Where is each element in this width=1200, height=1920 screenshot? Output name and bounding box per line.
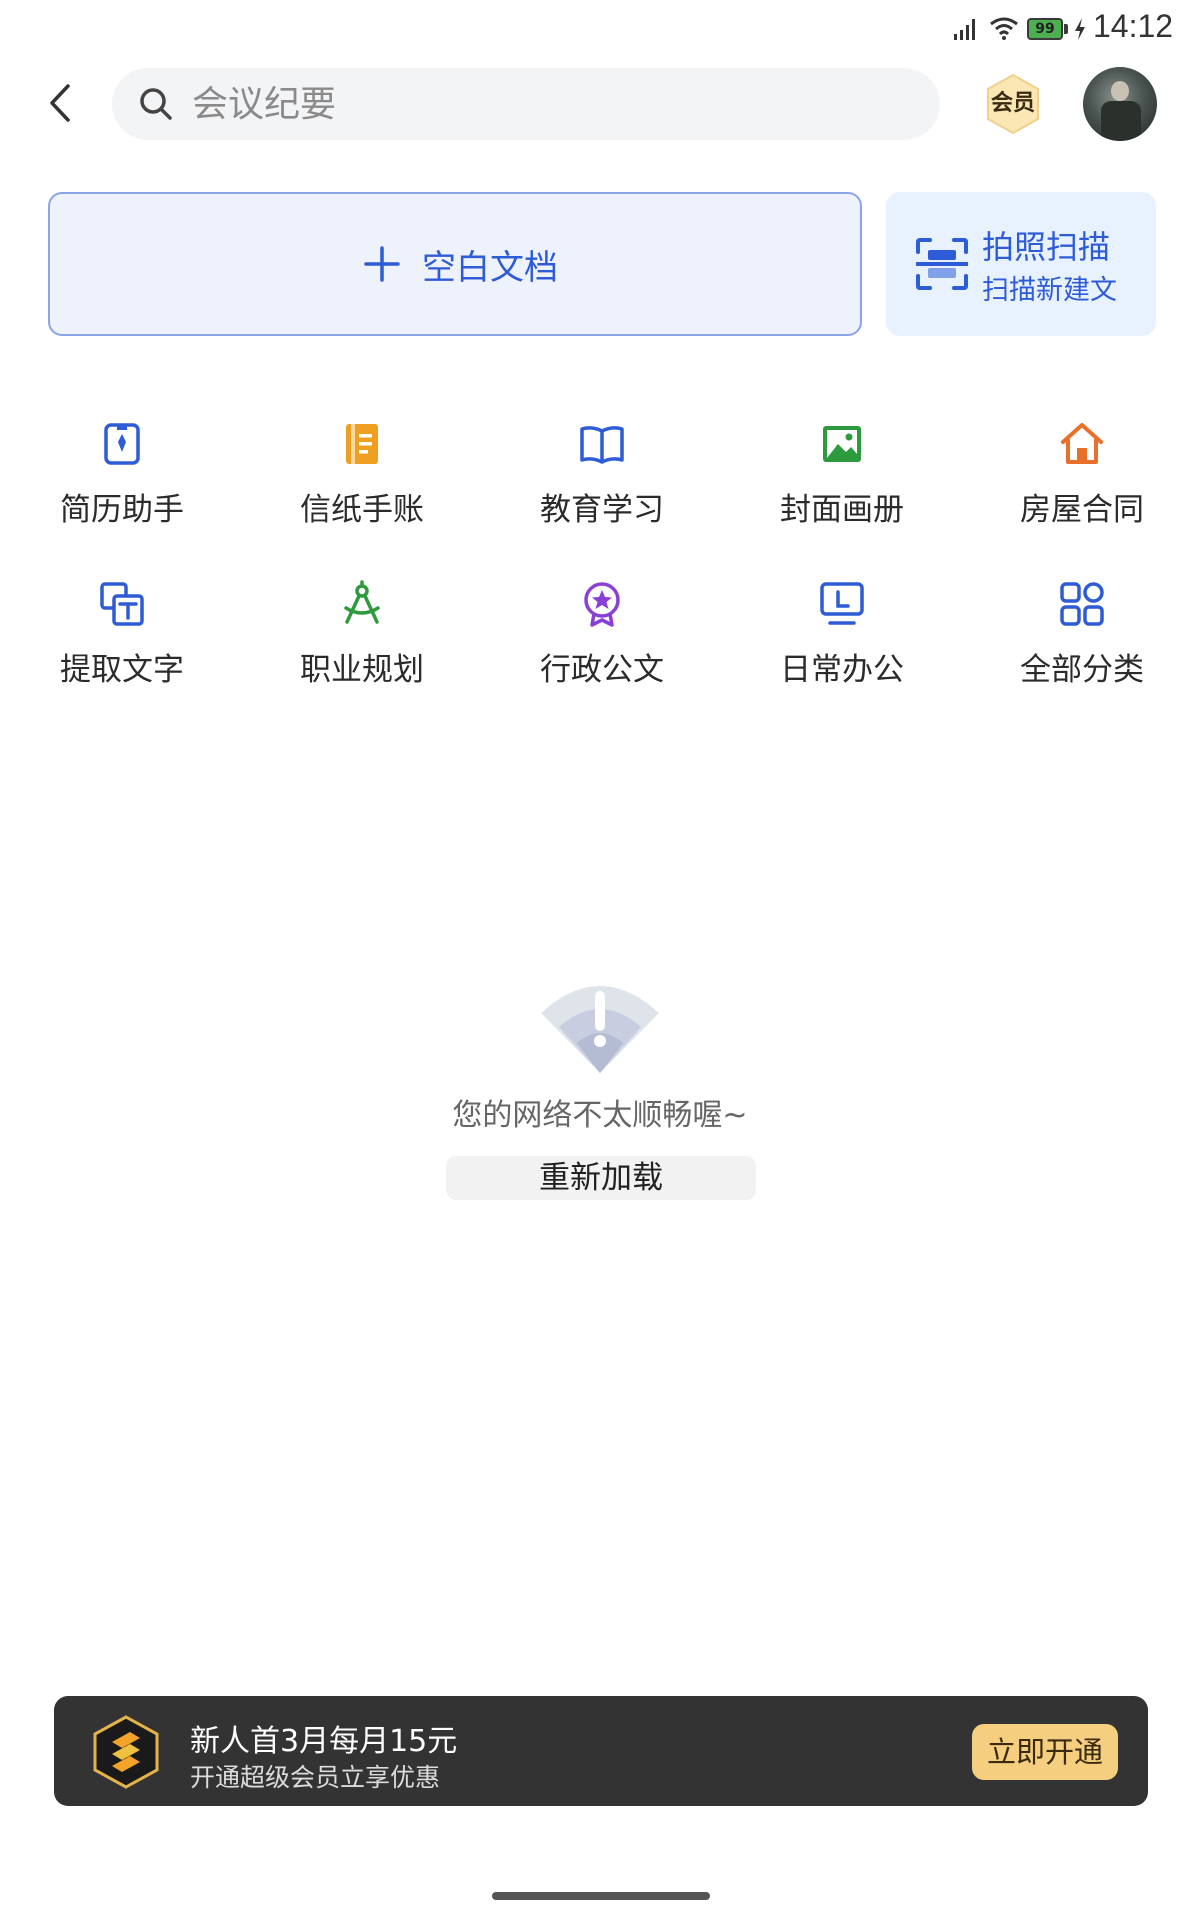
house-icon [1061,423,1103,464]
photo-scan-title: 拍照扫描 [982,228,1111,266]
vip-badge[interactable]: 会员 [981,72,1045,136]
avatar-body [1101,101,1141,141]
vip-logo-icon [93,1715,159,1789]
open-now-button[interactable]: 立即开通 [972,1724,1118,1780]
plus-icon [364,246,400,282]
promo-subtitle: 开通超级会员立享优惠 [190,1763,441,1792]
wifi-icon [990,17,1018,40]
image-icon [823,426,861,462]
category-label: 行政公文 [540,652,664,688]
book-icon [580,426,624,464]
photo-scan-subtitle: 扫描新建文 [982,275,1117,306]
grid-icon [1060,582,1104,626]
avatar[interactable] [1083,67,1157,141]
network-error-icon [541,986,659,1073]
category-label: 信纸手账 [300,492,424,528]
battery-level: 99 [1035,21,1055,37]
category-stationery-journal[interactable]: 信纸手账 [262,420,462,560]
blank-document-button[interactable]: 空白文档 [48,192,862,336]
category-label: 封面画册 [780,492,904,528]
category-label: 日常办公 [780,652,904,688]
category-label: 简历助手 [60,492,184,528]
search-input[interactable] [192,80,892,128]
battery-icon: 99 [1027,18,1063,40]
back-icon[interactable] [40,78,80,128]
battery-tip [1064,24,1068,34]
category-label: 教育学习 [540,492,664,528]
category-cover-album[interactable]: 封面画册 [742,420,942,560]
notebook-icon [346,424,378,464]
photo-scan-button[interactable]: 拍照扫描 扫描新建文 [886,192,1156,336]
extract-text-icon [100,582,144,626]
scan-icon [916,238,968,290]
network-error-message: 您的网络不太顺畅喔~ [452,1098,748,1133]
category-label: 提取文字 [60,652,184,688]
category-career-planning[interactable]: 职业规划 [262,580,462,720]
clock: 14:12 [1093,8,1174,44]
vip-promo-banner[interactable]: 新人首3月每月15元 开通超级会员立享优惠 立即开通 [54,1696,1148,1806]
category-daily-office[interactable]: 日常办公 [742,580,942,720]
badge-star-icon [584,582,620,627]
reload-button[interactable]: 重新加载 [446,1156,756,1200]
search-icon [140,88,172,120]
blank-document-label: 空白文档 [422,248,558,288]
resume-icon [104,423,140,465]
compass-icon [344,580,380,624]
signal-icon [954,19,975,40]
category-all-categories[interactable]: 全部分类 [982,580,1182,720]
category-label: 房屋合同 [1020,492,1144,528]
category-extract-text[interactable]: 提取文字 [22,580,222,720]
category-education[interactable]: 教育学习 [502,420,702,560]
category-resume-assistant[interactable]: 简历助手 [22,420,222,560]
category-label: 全部分类 [1020,652,1144,688]
monitor-icon [820,582,864,625]
vip-label: 会员 [990,91,1035,116]
charging-icon [1075,18,1085,40]
avatar-head [1111,81,1129,101]
category-label: 职业规划 [300,652,424,688]
status-bar: 99 14:12 [0,0,1200,60]
home-indicator[interactable] [492,1892,710,1900]
search-bar[interactable] [112,68,940,140]
category-house-contract[interactable]: 房屋合同 [982,420,1182,560]
category-official-documents[interactable]: 行政公文 [502,580,702,720]
promo-title: 新人首3月每月15元 [190,1724,458,1759]
